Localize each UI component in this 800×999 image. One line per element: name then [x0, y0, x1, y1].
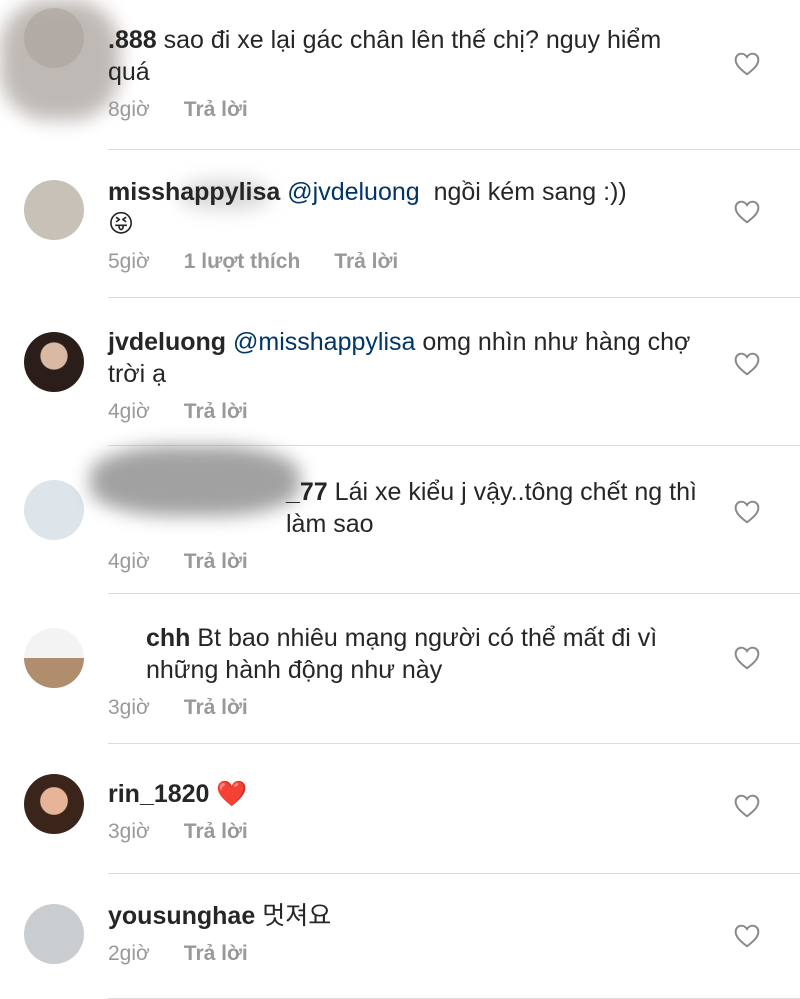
comment-item: .888 sao đi xe lại gác chân lên thế chị?… [0, 0, 800, 150]
emoji: 😝 [108, 210, 135, 238]
comment-content: 멋져요 [262, 902, 332, 930]
comment-meta: 2giờ Trả lời [108, 942, 708, 966]
reply-button[interactable]: Trả lời [184, 98, 248, 122]
comment-content: ngồi kém sang :)) [419, 178, 627, 206]
timestamp: 4giờ [108, 550, 150, 573]
comment-meta: 5giờ 1 lượt thích Trả lời [108, 250, 708, 274]
username[interactable]: yousunghae [108, 902, 255, 930]
avatar[interactable] [24, 904, 84, 964]
reply-button[interactable]: Trả lời [184, 942, 248, 966]
comment-text: chh Bt bao nhiêu mạng người có thể mất đ… [108, 622, 708, 686]
emoji: ❤️ [216, 780, 248, 808]
comment-meta: 8giờ Trả lời [108, 98, 708, 122]
comment-meta: 3giờ Trả lời [108, 820, 708, 844]
comment-item: rin_1820 ❤️ 3giờ Trả lời [0, 744, 800, 874]
username[interactable]: misshappylisa [108, 178, 280, 206]
timestamp: 5giờ [108, 250, 150, 273]
comment-item: _77 Lái xe kiểu j vậy..tông chết ng thì … [0, 446, 800, 594]
reply-button[interactable]: Trả lời [184, 820, 248, 844]
avatar[interactable] [24, 774, 84, 834]
comment-text: yousunghae 멋져요 [108, 900, 708, 932]
mention-link[interactable]: @misshappylisa [233, 328, 415, 356]
mention-link[interactable]: @jvdeluong [287, 178, 419, 206]
avatar[interactable] [24, 480, 84, 540]
redaction-blur [0, 0, 120, 120]
comment-item: jvdeluong @misshappylisa omg nhìn như hà… [0, 298, 800, 446]
comment-content: sao đi xe lại gác chân lên thế chị? nguy… [108, 26, 662, 86]
username[interactable]: _77 [286, 478, 328, 506]
comment-meta: 4giờ Trả lời [108, 550, 708, 574]
comment-meta: 4giờ Trả lời [108, 400, 708, 424]
comment-text: .888 sao đi xe lại gác chân lên thế chị?… [108, 24, 708, 88]
reply-button[interactable]: Trả lời [184, 696, 248, 720]
heart-outline-icon[interactable] [734, 352, 760, 376]
comment-item: chh Bt bao nhiêu mạng người có thể mất đ… [0, 594, 800, 744]
comment-content: Lái xe kiểu j vậy..tông chết ng thì làm … [286, 478, 697, 538]
heart-outline-icon[interactable] [734, 794, 760, 818]
comment-text: rin_1820 ❤️ [108, 778, 708, 810]
likes-count[interactable]: 1 lượt thích [184, 250, 300, 274]
reply-button[interactable]: Trả lời [184, 550, 248, 574]
timestamp: 8giờ [108, 98, 150, 121]
timestamp: 3giờ [108, 696, 150, 719]
timestamp: 4giờ [108, 400, 150, 423]
comment-text: _77 Lái xe kiểu j vậy..tông chết ng thì … [108, 476, 708, 540]
avatar[interactable] [24, 180, 84, 240]
timestamp: 3giờ [108, 820, 150, 843]
username[interactable]: chh [146, 624, 190, 652]
heart-outline-icon[interactable] [734, 500, 760, 524]
timestamp: 2giờ [108, 942, 150, 965]
username[interactable]: .888 [108, 26, 157, 54]
heart-outline-icon[interactable] [734, 646, 760, 670]
comment-text: jvdeluong @misshappylisa omg nhìn như hà… [108, 326, 708, 390]
comment-content: Bt bao nhiêu mạng người có thể mất đi vì… [146, 624, 658, 684]
username[interactable]: jvdeluong [108, 328, 226, 356]
username[interactable]: rin_1820 [108, 780, 209, 808]
reply-button[interactable]: Trả lời [334, 250, 398, 274]
heart-outline-icon[interactable] [734, 200, 760, 224]
comments-list: .888 sao đi xe lại gác chân lên thế chị?… [0, 0, 800, 999]
comment-text: misshappylisa @jvdeluong ngồi kém sang :… [108, 176, 708, 240]
comment-meta: 3giờ Trả lời [108, 696, 708, 720]
heart-outline-icon[interactable] [734, 924, 760, 948]
comment-item: misshappylisa @jvdeluong ngồi kém sang :… [0, 150, 800, 298]
avatar[interactable] [24, 628, 84, 688]
comment-item: yousunghae 멋져요 2giờ Trả lời [0, 874, 800, 999]
avatar[interactable] [24, 332, 84, 392]
heart-outline-icon[interactable] [734, 52, 760, 76]
reply-button[interactable]: Trả lời [184, 400, 248, 424]
